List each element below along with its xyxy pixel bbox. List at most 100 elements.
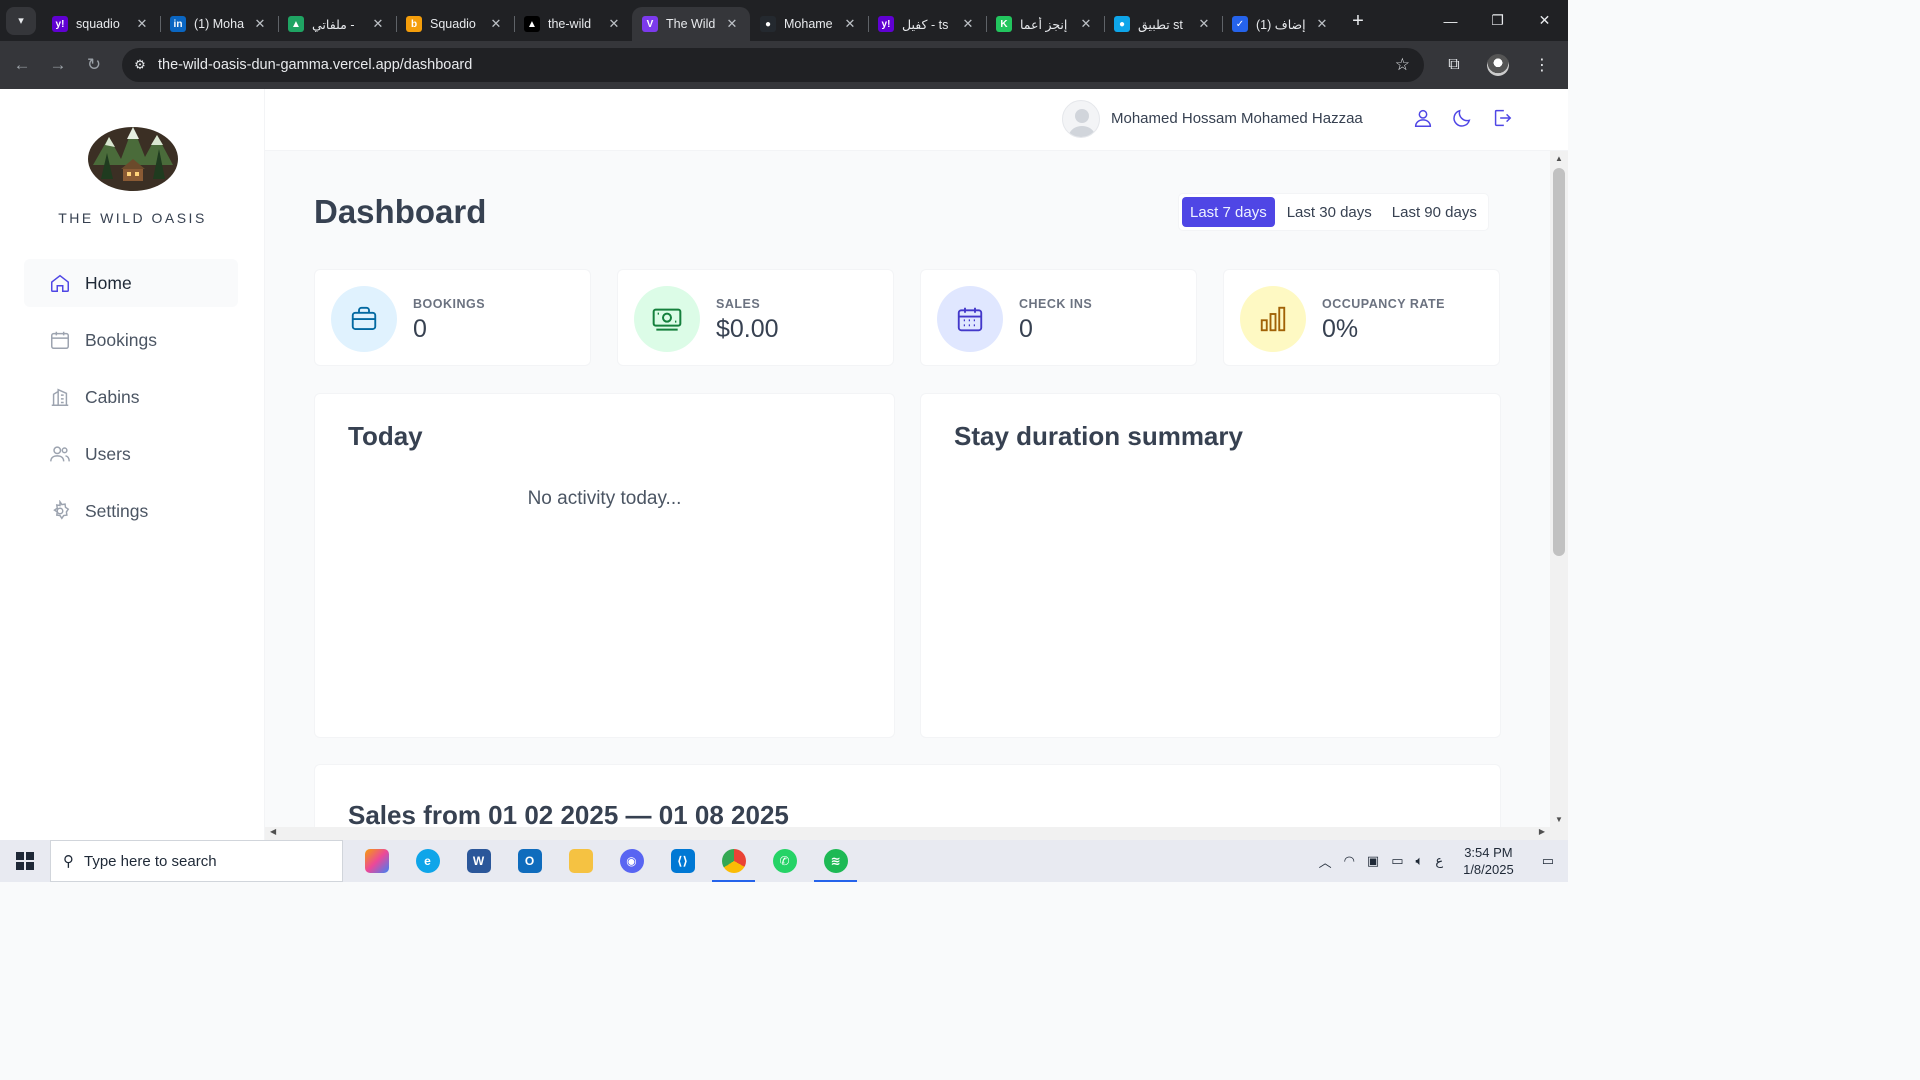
browser-tab[interactable]: y! كفيل - ts ✕	[868, 7, 986, 41]
windows-taskbar: ⚲ Type here to search e W O ◉ ⟨⟩ ✆ ≋ ︿ ◠…	[0, 840, 1568, 882]
close-tab-icon[interactable]: ✕	[1196, 16, 1212, 32]
clock-date: 1/8/2025	[1463, 862, 1514, 877]
filter-last-30-days[interactable]: Last 30 days	[1279, 197, 1380, 227]
taskbar-search-box[interactable]: ⚲ Type here to search	[50, 840, 343, 882]
forward-button[interactable]: →	[40, 47, 76, 83]
file-explorer-app[interactable]	[555, 840, 606, 882]
extensions-icon[interactable]: ⧉	[1436, 47, 1472, 83]
close-tab-icon[interactable]: ✕	[134, 16, 150, 32]
copilot-app[interactable]	[351, 840, 402, 882]
close-tab-icon[interactable]: ✕	[1314, 16, 1330, 32]
today-card: Today No activity today...	[314, 393, 895, 738]
volume-icon[interactable]: 🔈︎	[1410, 853, 1430, 869]
sidebar-item-bookings[interactable]: Bookings	[24, 316, 238, 364]
tab-title: تطبيق st	[1138, 17, 1183, 32]
browser-tab[interactable]: K إنجز أعما ✕	[986, 7, 1104, 41]
browser-tab[interactable]: ✓ (1) إضاف ✕	[1222, 7, 1340, 41]
word-app[interactable]: W	[453, 840, 504, 882]
close-tab-icon[interactable]: ✕	[488, 16, 504, 32]
github-icon: ●	[760, 16, 776, 32]
site-info-icon[interactable]: ⚙	[122, 57, 158, 73]
app-header: Mohamed Hossam Mohamed Hazzaa	[265, 89, 1568, 151]
vscode-app[interactable]: ⟨⟩	[657, 840, 708, 882]
scrollbar-thumb[interactable]	[1553, 168, 1565, 556]
close-window-icon[interactable]: ✕	[1521, 0, 1568, 41]
scroll-right-icon[interactable]: ▶	[1539, 827, 1545, 836]
account-user-icon[interactable]	[1412, 107, 1436, 131]
spotify-icon: ≋	[823, 849, 848, 873]
sidebar-item-settings[interactable]: Settings	[24, 487, 238, 535]
logo-text: THE WILD OASIS	[58, 210, 207, 226]
bookmark-star-icon[interactable]: ☆	[1395, 55, 1410, 75]
filter-last-90-days[interactable]: Last 90 days	[1384, 197, 1485, 227]
clock[interactable]: 3:54 PM 1/8/2025	[1449, 844, 1528, 878]
system-tray: ︿ ◠ ▣ ▭ 🔈︎ ع 3:54 PM 1/8/2025 ▭	[1313, 840, 1568, 882]
close-tab-icon[interactable]: ✕	[842, 16, 858, 32]
minimize-icon[interactable]: —	[1427, 0, 1474, 41]
vertical-scrollbar[interactable]: ▲ ▼	[1550, 151, 1568, 827]
network-icon[interactable]: ◠	[1338, 853, 1361, 869]
browser-tab[interactable]: V The Wild ✕	[632, 7, 750, 41]
folder-icon	[568, 849, 593, 873]
outlook-app[interactable]: O	[504, 840, 555, 882]
close-tab-icon[interactable]: ✕	[252, 16, 268, 32]
users-icon	[48, 442, 72, 466]
device-icon[interactable]: ▣	[1361, 853, 1385, 869]
browser-tab[interactable]: in (1) Moha ✕	[160, 7, 278, 41]
stat-label: CHECK INS	[1019, 297, 1093, 311]
whatsapp-icon: ✆	[772, 849, 797, 873]
new-tab-button[interactable]: +	[1344, 8, 1372, 36]
browser-tab[interactable]: b Squadio ✕	[396, 7, 514, 41]
sidebar-item-cabins[interactable]: Cabins	[24, 373, 238, 421]
browser-tab[interactable]: y! squadio ✕	[42, 7, 160, 41]
horizontal-scrollbar[interactable]: ◀ ▶	[265, 827, 1568, 840]
tab-search-button[interactable]: ▾	[6, 6, 36, 35]
menu-kebab-icon[interactable]: ⋮	[1524, 47, 1560, 83]
browser-tab[interactable]: ● تطبيق st ✕	[1104, 7, 1222, 41]
edge-app[interactable]: e	[402, 840, 453, 882]
close-tab-icon[interactable]: ✕	[724, 16, 740, 32]
notifications-icon[interactable]: ▭	[1528, 853, 1568, 869]
chrome-app[interactable]	[708, 840, 759, 882]
taskbar-search-placeholder: Type here to search	[84, 852, 217, 870]
google-drive-icon: ▲	[288, 16, 304, 32]
close-tab-icon[interactable]: ✕	[960, 16, 976, 32]
discord-app[interactable]: ◉	[606, 840, 657, 882]
chevron-up-icon[interactable]: ︿	[1313, 852, 1338, 871]
spotify-app[interactable]: ≋	[810, 840, 861, 882]
restore-icon[interactable]: ❐	[1474, 0, 1521, 41]
close-tab-icon[interactable]: ✕	[1078, 16, 1094, 32]
scroll-left-icon[interactable]: ◀	[270, 827, 276, 836]
stat-value: 0	[1019, 315, 1033, 343]
url-text: the-wild-oasis-dun-gamma.vercel.app/dash…	[158, 57, 473, 73]
scroll-up-icon[interactable]: ▲	[1555, 154, 1563, 163]
start-button[interactable]	[0, 840, 50, 882]
input-language[interactable]: ع	[1429, 853, 1449, 869]
battery-icon[interactable]: ▭	[1385, 853, 1409, 869]
reload-button[interactable]: ↻	[76, 47, 112, 83]
whatsapp-app[interactable]: ✆	[759, 840, 810, 882]
logout-icon[interactable]	[1491, 107, 1515, 131]
briefcase-icon	[331, 286, 397, 352]
filter-last-7-days[interactable]: Last 7 days	[1182, 197, 1275, 227]
arrow-left-icon: ←	[13, 55, 31, 74]
stat-bookings: BOOKINGS 0	[314, 269, 591, 366]
squadio-icon: b	[406, 16, 422, 32]
browser-tab[interactable]: ● Mohame ✕	[750, 7, 868, 41]
close-tab-icon[interactable]: ✕	[606, 16, 622, 32]
address-bar[interactable]: ⚙ the-wild-oasis-dun-gamma.vercel.app/da…	[122, 48, 1424, 82]
stat-label: OCCUPANCY RATE	[1322, 297, 1445, 311]
dark-mode-moon-icon[interactable]	[1451, 107, 1475, 131]
sidebar-item-home[interactable]: Home	[24, 259, 238, 307]
tab-title: ملفاتي -	[312, 17, 355, 32]
browser-tab[interactable]: ▲ the-wild ✕	[514, 7, 632, 41]
tab-title: the-wild	[548, 17, 592, 31]
scroll-down-icon[interactable]: ▼	[1555, 815, 1563, 824]
stat-sales: SALES $0.00	[617, 269, 894, 366]
sales-chart-card: Sales from 01 02 2025 — 01 08 2025	[314, 764, 1501, 827]
sidebar-item-users[interactable]: Users	[24, 430, 238, 478]
profile-avatar-icon[interactable]	[1487, 54, 1509, 76]
back-button[interactable]: ←	[4, 47, 40, 83]
browser-tab[interactable]: ▲ ملفاتي - ✕	[278, 7, 396, 41]
close-tab-icon[interactable]: ✕	[370, 16, 386, 32]
